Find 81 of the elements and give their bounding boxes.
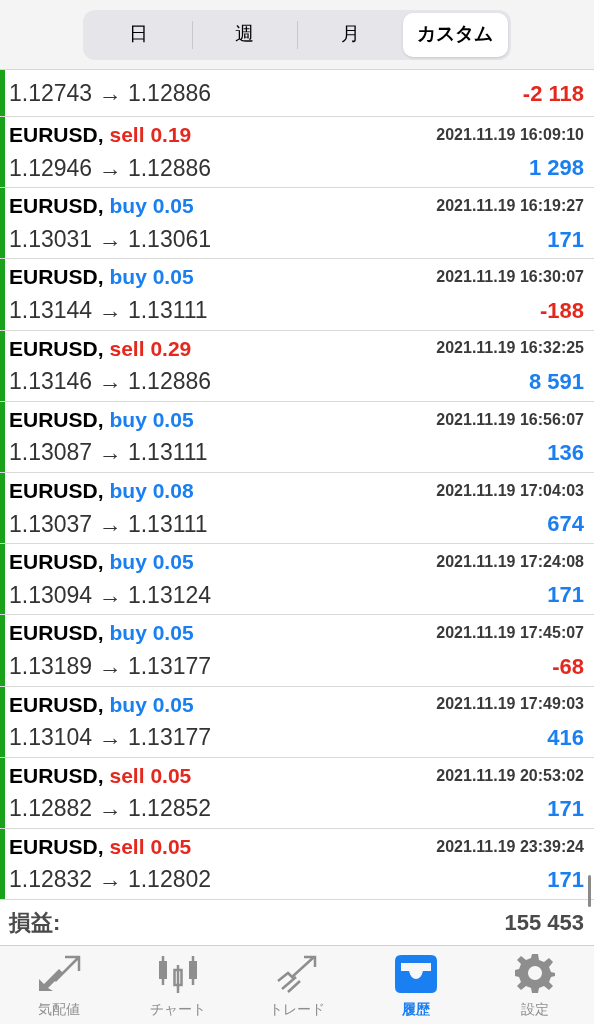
trade-row[interactable]: EURUSD, buy 0.05 2021.11.19 16:30:07 1.13144 → 1.13111 -188 — [0, 259, 594, 331]
price-range: 1.13146 → 1.12886 — [9, 367, 212, 397]
order-type: sell 0.05 — [109, 833, 192, 860]
trade-row[interactable]: EURUSD, sell 0.19 2021.11.19 16:09:10 1.12946 → 1.12886 1 298 — [0, 117, 594, 189]
segment-tab[interactable]: 日 — [86, 12, 192, 57]
settings-icon — [514, 953, 555, 993]
symbol: EURUSD, — [9, 478, 104, 505]
trade-row[interactable]: EURUSD, buy 0.05 2021.11.19 17:45:07 1.13189 → 1.13177 -68 — [0, 615, 594, 687]
order-type: buy 0.05 — [109, 264, 194, 291]
order-type: buy 0.05 — [109, 193, 194, 220]
profit-value: -2 118 — [522, 80, 584, 108]
order-type: sell 0.29 — [109, 335, 192, 362]
segment-tab[interactable]: カスタム — [402, 12, 508, 57]
segment-tab[interactable]: 週 — [192, 12, 297, 57]
symbol: EURUSD, — [9, 833, 104, 860]
profit-value: 171 — [547, 581, 584, 610]
price-range: 1.13094 → 1.13124 — [9, 580, 212, 610]
profit-value: -68 — [552, 652, 584, 681]
profit-value: 136 — [547, 439, 584, 468]
symbol: EURUSD, — [9, 620, 104, 647]
order-type: buy 0.05 — [109, 406, 194, 433]
price-range: 1.13037 → 1.13111 — [9, 509, 208, 539]
price-range: 1.13144 → 1.13111 — [9, 295, 208, 325]
trade-time: 2021.11.19 17:04:03 — [436, 480, 584, 501]
trade-row[interactable]: EURUSD, buy 0.05 2021.11.19 16:19:27 1.13031 → 1.13061 171 — [0, 188, 594, 260]
inbox-tray-icon — [394, 955, 437, 993]
segment-tab[interactable]: 月 — [298, 12, 403, 57]
price-range: 1.13189 → 1.13177 — [9, 651, 212, 681]
trade-time: 2021.11.19 16:32:25 — [436, 338, 584, 359]
trade-time: 2021.11.19 17:49:03 — [436, 694, 584, 715]
trade-row[interactable]: EURUSD, sell 0.05 2021.11.19 23:39:24 1.12832 → 1.12802 171 — [0, 828, 594, 901]
price-range: 1.13087 → 1.13111 — [9, 438, 208, 468]
profit-value: 1 298 — [528, 154, 584, 183]
profit-value: -188 — [539, 296, 584, 325]
order-type: buy 0.05 — [109, 691, 194, 718]
profit-value: 8 591 — [528, 367, 584, 396]
trade-row[interactable]: EURUSD, sell 0.05 2021.11.19 20:53:02 1.12882 → 1.12852 171 — [0, 757, 594, 829]
symbol: EURUSD, — [9, 335, 104, 362]
symbol: EURUSD, — [9, 406, 104, 433]
trend-arrow-icon — [276, 955, 318, 993]
price-range: 1.12743 → 1.12886 — [9, 78, 212, 108]
symbol: EURUSD, — [9, 549, 104, 576]
symbol: EURUSD, — [9, 762, 104, 789]
symbol: EURUSD, — [9, 264, 104, 291]
price-range: 1.13031 → 1.13061 — [9, 224, 212, 254]
trade-time: 2021.11.19 17:24:08 — [436, 551, 584, 572]
trade-row[interactable]: EURUSD, buy 0.05 2021.11.19 17:49:03 1.13104 → 1.13177 416 — [0, 686, 594, 758]
symbol: EURUSD, — [9, 691, 104, 718]
trade-time: 2021.11.19 20:53:02 — [436, 765, 584, 786]
symbol: EURUSD, — [9, 193, 104, 220]
profit-value: 674 — [547, 510, 584, 539]
order-type: buy 0.05 — [109, 549, 194, 576]
trade-row[interactable]: EURUSD, sell 0.29 2021.11.19 16:32:25 1.13146 → 1.12886 8 591 — [0, 330, 594, 402]
tab-bar-item[interactable]: 履歴 — [356, 946, 476, 1024]
price-range: 1.12882 → 1.12852 — [9, 794, 212, 824]
order-type: buy 0.08 — [109, 478, 194, 505]
profit-value: 171 — [547, 866, 584, 895]
symbol: EURUSD, — [9, 122, 104, 149]
double-arrow-icon — [37, 955, 82, 993]
trade-time: 2021.11.19 16:09:10 — [436, 124, 584, 145]
summary-value: 155 453 — [504, 909, 584, 938]
summary-label: 損益: — [9, 909, 61, 938]
trade-time: 2021.11.19 16:19:27 — [436, 196, 584, 217]
trade-time: 2021.11.19 16:30:07 — [436, 267, 584, 288]
order-type: buy 0.05 — [109, 620, 194, 647]
profit-value: 416 — [547, 723, 584, 752]
trade-time: 2021.11.19 16:56:07 — [436, 409, 584, 430]
trade-time: 2021.11.19 17:45:07 — [436, 623, 584, 644]
scrollbar — [588, 875, 591, 907]
trade-time: 2021.11.19 23:39:24 — [436, 836, 584, 857]
trade-row[interactable]: EURUSD, buy 0.05 2021.11.19 17:24:08 1.13094 → 1.13124 171 — [0, 544, 594, 616]
trade-row[interactable]: EURUSD, buy 0.05 2021.11.19 16:56:07 1.13087 → 1.13111 136 — [0, 401, 594, 473]
candlestick-icon — [157, 955, 200, 993]
trade-row[interactable]: EURUSD, buy 0.08 2021.11.19 17:04:03 1.13037 → 1.13111 674 — [0, 472, 594, 545]
price-range: 1.12832 → 1.12802 — [9, 865, 212, 895]
order-type: sell 0.19 — [109, 122, 192, 149]
price-range: 1.12946 → 1.12886 — [9, 153, 212, 183]
profit-value: 171 — [547, 795, 584, 824]
profit-value: 171 — [547, 225, 584, 254]
price-range: 1.13104 → 1.13177 — [9, 723, 212, 753]
order-type: sell 0.05 — [109, 762, 192, 789]
